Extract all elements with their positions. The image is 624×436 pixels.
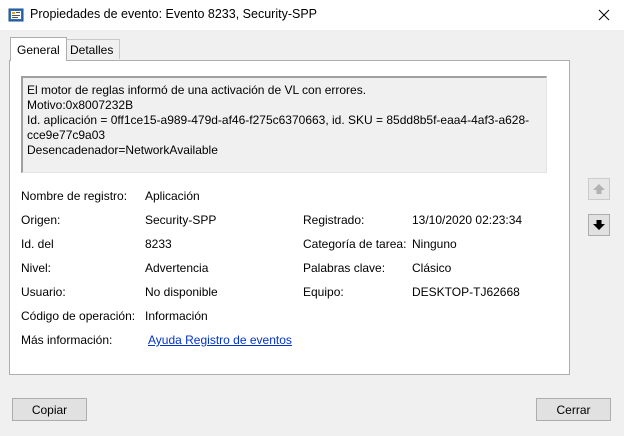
event-id-value: 8233	[145, 237, 172, 251]
tab-general[interactable]: General	[10, 37, 67, 61]
source-value: Security-SPP	[145, 213, 217, 227]
keywords-value: Clásico	[412, 261, 452, 275]
more-info-label: Más información:	[21, 333, 113, 347]
logged-value: 13/10/2020 02:23:34	[412, 213, 523, 227]
opcode-label: Código de operación:	[21, 309, 136, 323]
event-viewer-icon	[8, 8, 24, 22]
level-value: Advertencia	[145, 261, 209, 275]
window-title: Propiedades de evento: Evento 8233, Secu…	[30, 7, 317, 21]
close-window-button[interactable]	[584, 0, 624, 30]
tab-detalles[interactable]: Detalles	[63, 39, 121, 59]
close-button[interactable]: Cerrar	[536, 398, 611, 421]
task-category-value: Ninguno	[412, 237, 457, 251]
opcode-value: Información	[145, 309, 208, 323]
arrow-up-icon	[593, 184, 605, 194]
event-id-label: Id. del	[21, 237, 54, 251]
user-label: Usuario:	[21, 285, 66, 299]
next-event-button[interactable]	[588, 214, 610, 236]
general-panel: El motor de reglas informó de una activa…	[9, 60, 570, 375]
task-category-label: Categoría de tarea:	[303, 237, 407, 251]
source-label: Origen:	[21, 213, 61, 227]
computer-value: DESKTOP-TJ62668	[412, 285, 520, 299]
arrow-down-icon	[593, 220, 605, 230]
more-info-link[interactable]: Ayuda Registro de eventos	[148, 333, 292, 347]
user-value: No disponible	[145, 285, 218, 299]
computer-label: Equipo:	[303, 285, 344, 299]
copy-button[interactable]: Copiar	[12, 398, 87, 421]
close-icon	[598, 9, 610, 21]
log-name-label: Nombre de registro:	[21, 189, 128, 203]
event-description[interactable]: El motor de reglas informó de una activa…	[21, 76, 547, 173]
previous-event-button[interactable]	[588, 178, 610, 200]
log-name-value: Aplicación	[145, 189, 200, 203]
logged-label: Registrado:	[303, 213, 365, 227]
level-label: Nivel:	[21, 261, 52, 275]
keywords-label: Palabras clave:	[303, 261, 386, 275]
title-bar: Propiedades de evento: Evento 8233, Secu…	[0, 0, 624, 30]
